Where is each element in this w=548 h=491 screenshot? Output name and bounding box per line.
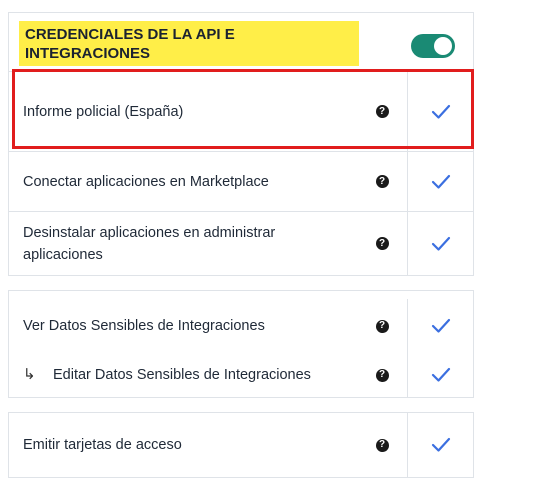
question-circle-icon[interactable]: ? — [375, 438, 389, 452]
permission-sublabel: ↳ Editar Datos Sensibles de Integracione… — [9, 353, 357, 397]
section-header: CREDENCIALES DE LA API E INTEGRACIONES — [9, 13, 473, 72]
question-circle-icon[interactable]: ? — [375, 319, 389, 333]
toggle-knob — [434, 37, 452, 55]
permission-checkbox[interactable] — [407, 413, 473, 477]
permission-row-informe-policial: Informe policial (España) ? — [9, 72, 473, 151]
permission-checkbox[interactable] — [407, 72, 473, 151]
checkmark-icon — [431, 104, 450, 119]
permissions-card-api: CREDENCIALES DE LA API E INTEGRACIONES I… — [8, 12, 474, 276]
checkmark-icon — [431, 367, 450, 382]
permission-label: Emitir tarjetas de acceso — [23, 437, 182, 453]
question-circle-icon[interactable]: ? — [375, 105, 389, 118]
checkmark-icon — [431, 236, 450, 251]
permission-row-access-cards: Emitir tarjetas de acceso ? — [9, 413, 473, 477]
checkmark-icon — [431, 174, 450, 189]
permission-checkbox[interactable] — [407, 152, 473, 211]
section-toggle[interactable] — [411, 34, 455, 58]
permissions-card-access-cards: Emitir tarjetas de acceso ? — [8, 412, 474, 478]
permission-row-view-sensitive: Ver Datos Sensibles de Integraciones ? — [9, 291, 473, 353]
permission-label: Desinstalar aplicaciones en administrar … — [23, 224, 276, 263]
permission-checkbox[interactable] — [407, 353, 473, 397]
section-title: CREDENCIALES DE LA API E INTEGRACIONES — [19, 21, 359, 66]
question-circle-icon[interactable]: ? — [375, 237, 389, 250]
checkmark-icon — [431, 318, 450, 333]
subitem-arrow-icon: ↳ — [23, 366, 36, 383]
permission-label: Editar Datos Sensibles de Integraciones — [53, 367, 311, 383]
question-circle-icon[interactable]: ? — [375, 368, 389, 382]
permission-row-edit-sensitive: ↳ Editar Datos Sensibles de Integracione… — [9, 353, 473, 397]
permission-checkbox[interactable] — [407, 299, 473, 353]
permission-label: Ver Datos Sensibles de Integraciones — [23, 318, 265, 334]
question-circle-icon[interactable]: ? — [375, 175, 389, 188]
permission-row-marketplace: Conectar aplicaciones en Marketplace ? — [9, 151, 473, 211]
permission-label: Informe policial (España) — [23, 103, 184, 120]
permission-label: Conectar aplicaciones en Marketplace — [23, 173, 269, 190]
permission-row-uninstall-apps: Desinstalar aplicaciones en administrar … — [9, 211, 473, 275]
permissions-card-sensitive-data: Ver Datos Sensibles de Integraciones ? ↳… — [8, 290, 474, 398]
permission-checkbox[interactable] — [407, 212, 473, 275]
checkmark-icon — [431, 437, 450, 452]
